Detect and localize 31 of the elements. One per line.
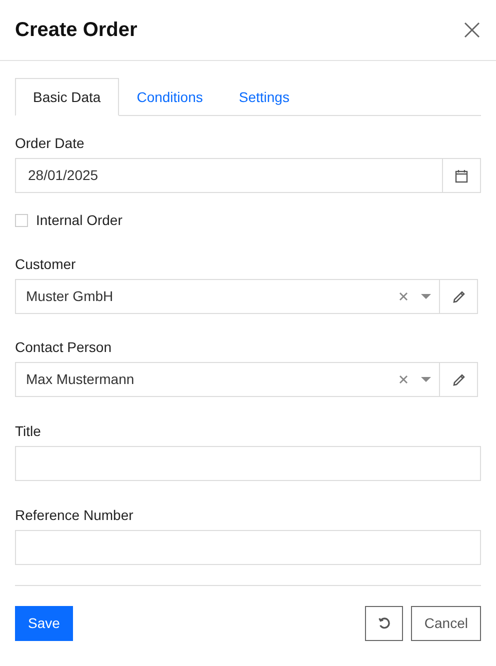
field-label: Order Date: [15, 134, 86, 153]
close-button[interactable]: [463, 21, 481, 39]
field-label: Contact Person: [15, 338, 112, 357]
tab[interactable]: Basic Data: [15, 78, 119, 116]
pencil-icon: [452, 290, 466, 304]
field-label: Reference Number: [15, 506, 134, 525]
select-field[interactable]: Muster GmbH: [15, 279, 440, 314]
edit-button[interactable]: [440, 279, 478, 314]
calendar-icon: [455, 168, 468, 182]
checkbox[interactable]: [15, 214, 28, 227]
dialog-title: Create Order: [15, 18, 138, 43]
caret-icon[interactable]: [421, 377, 431, 382]
clear-icon[interactable]: [399, 292, 408, 301]
pencil-icon: [452, 372, 466, 386]
text-input[interactable]: [15, 530, 481, 565]
reset-button[interactable]: [365, 606, 404, 641]
edit-button[interactable]: [440, 362, 478, 397]
field-label: Title: [15, 422, 42, 441]
undo-icon: [378, 617, 391, 630]
tab[interactable]: Settings: [220, 78, 308, 116]
cancel-button[interactable]: Cancel: [411, 606, 481, 641]
select-value: Muster GmbH: [26, 287, 114, 306]
clear-icon[interactable]: [399, 375, 408, 384]
checkbox-label: Internal Order: [36, 211, 122, 230]
caret-icon[interactable]: [421, 294, 431, 299]
select-field[interactable]: Max Mustermann: [15, 362, 440, 397]
text-input[interactable]: [15, 446, 481, 481]
save-button[interactable]: Save: [15, 606, 73, 641]
select-value: Max Mustermann: [26, 370, 136, 389]
tab[interactable]: Conditions: [118, 78, 221, 116]
field-label: Customer: [15, 255, 77, 274]
